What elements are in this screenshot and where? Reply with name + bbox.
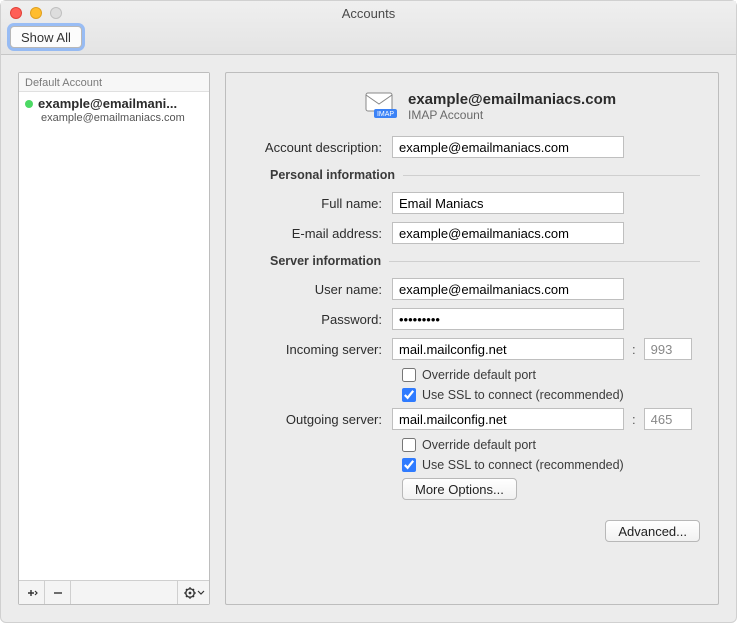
account-actions-menu[interactable] [177, 581, 209, 604]
full-name-field[interactable] [392, 192, 624, 214]
accounts-window: Accounts Show All Default Account exampl… [0, 0, 737, 623]
outgoing-override-port-checkbox[interactable] [402, 438, 416, 452]
remove-account-button[interactable] [45, 581, 71, 604]
email-address-field[interactable] [392, 222, 624, 244]
show-all-button[interactable]: Show All [10, 26, 82, 48]
label-account-description: Account description: [234, 140, 392, 155]
section-personal-information: Personal information [234, 168, 395, 182]
sidebar-account-row[interactable]: example@emailmani... example@emailmaniac… [19, 92, 209, 130]
outgoing-server-field[interactable] [392, 408, 624, 430]
label-full-name: Full name: [234, 196, 392, 211]
account-title: example@emailmaniacs.com [408, 91, 616, 108]
label-incoming-use-ssl: Use SSL to connect (recommended) [422, 388, 624, 402]
more-options-button[interactable]: More Options... [402, 478, 517, 500]
section-server-information: Server information [234, 254, 381, 268]
sidebar-account-subtitle: example@emailmaniacs.com [25, 112, 203, 124]
incoming-port-field[interactable] [644, 338, 692, 360]
label-outgoing-use-ssl: Use SSL to connect (recommended) [422, 458, 624, 472]
sidebar-section-header: Default Account [19, 73, 209, 92]
advanced-button[interactable]: Advanced... [605, 520, 700, 542]
imap-account-icon: IMAP [364, 91, 398, 119]
account-header: IMAP example@emailmaniacs.com IMAP Accou… [364, 91, 700, 122]
content-area: Default Account example@emailmani... exa… [1, 55, 736, 622]
label-outgoing-override-port: Override default port [422, 438, 536, 452]
label-incoming-server: Incoming server: [234, 342, 392, 357]
svg-text:IMAP: IMAP [377, 111, 394, 118]
user-name-field[interactable] [392, 278, 624, 300]
outgoing-port-field[interactable] [644, 408, 692, 430]
incoming-use-ssl-checkbox[interactable] [402, 388, 416, 402]
outgoing-use-ssl-checkbox[interactable] [402, 458, 416, 472]
account-description-field[interactable] [392, 136, 624, 158]
account-details-panel: IMAP example@emailmaniacs.com IMAP Accou… [225, 72, 719, 605]
label-incoming-override-port: Override default port [422, 368, 536, 382]
sidebar-account-title: example@emailmani... [38, 96, 177, 111]
label-outgoing-server: Outgoing server: [234, 412, 392, 427]
add-account-button[interactable] [19, 581, 45, 604]
sidebar-toolbar [19, 580, 209, 604]
window-title: Accounts [1, 6, 736, 21]
label-email-address: E-mail address: [234, 226, 392, 241]
label-password: Password: [234, 312, 392, 327]
account-type-label: IMAP Account [408, 108, 616, 122]
incoming-override-port-checkbox[interactable] [402, 368, 416, 382]
incoming-server-field[interactable] [392, 338, 624, 360]
password-field[interactable] [392, 308, 624, 330]
titlebar: Accounts Show All [1, 1, 736, 55]
label-user-name: User name: [234, 282, 392, 297]
accounts-sidebar: Default Account example@emailmani... exa… [18, 72, 210, 605]
status-online-icon [25, 100, 33, 108]
